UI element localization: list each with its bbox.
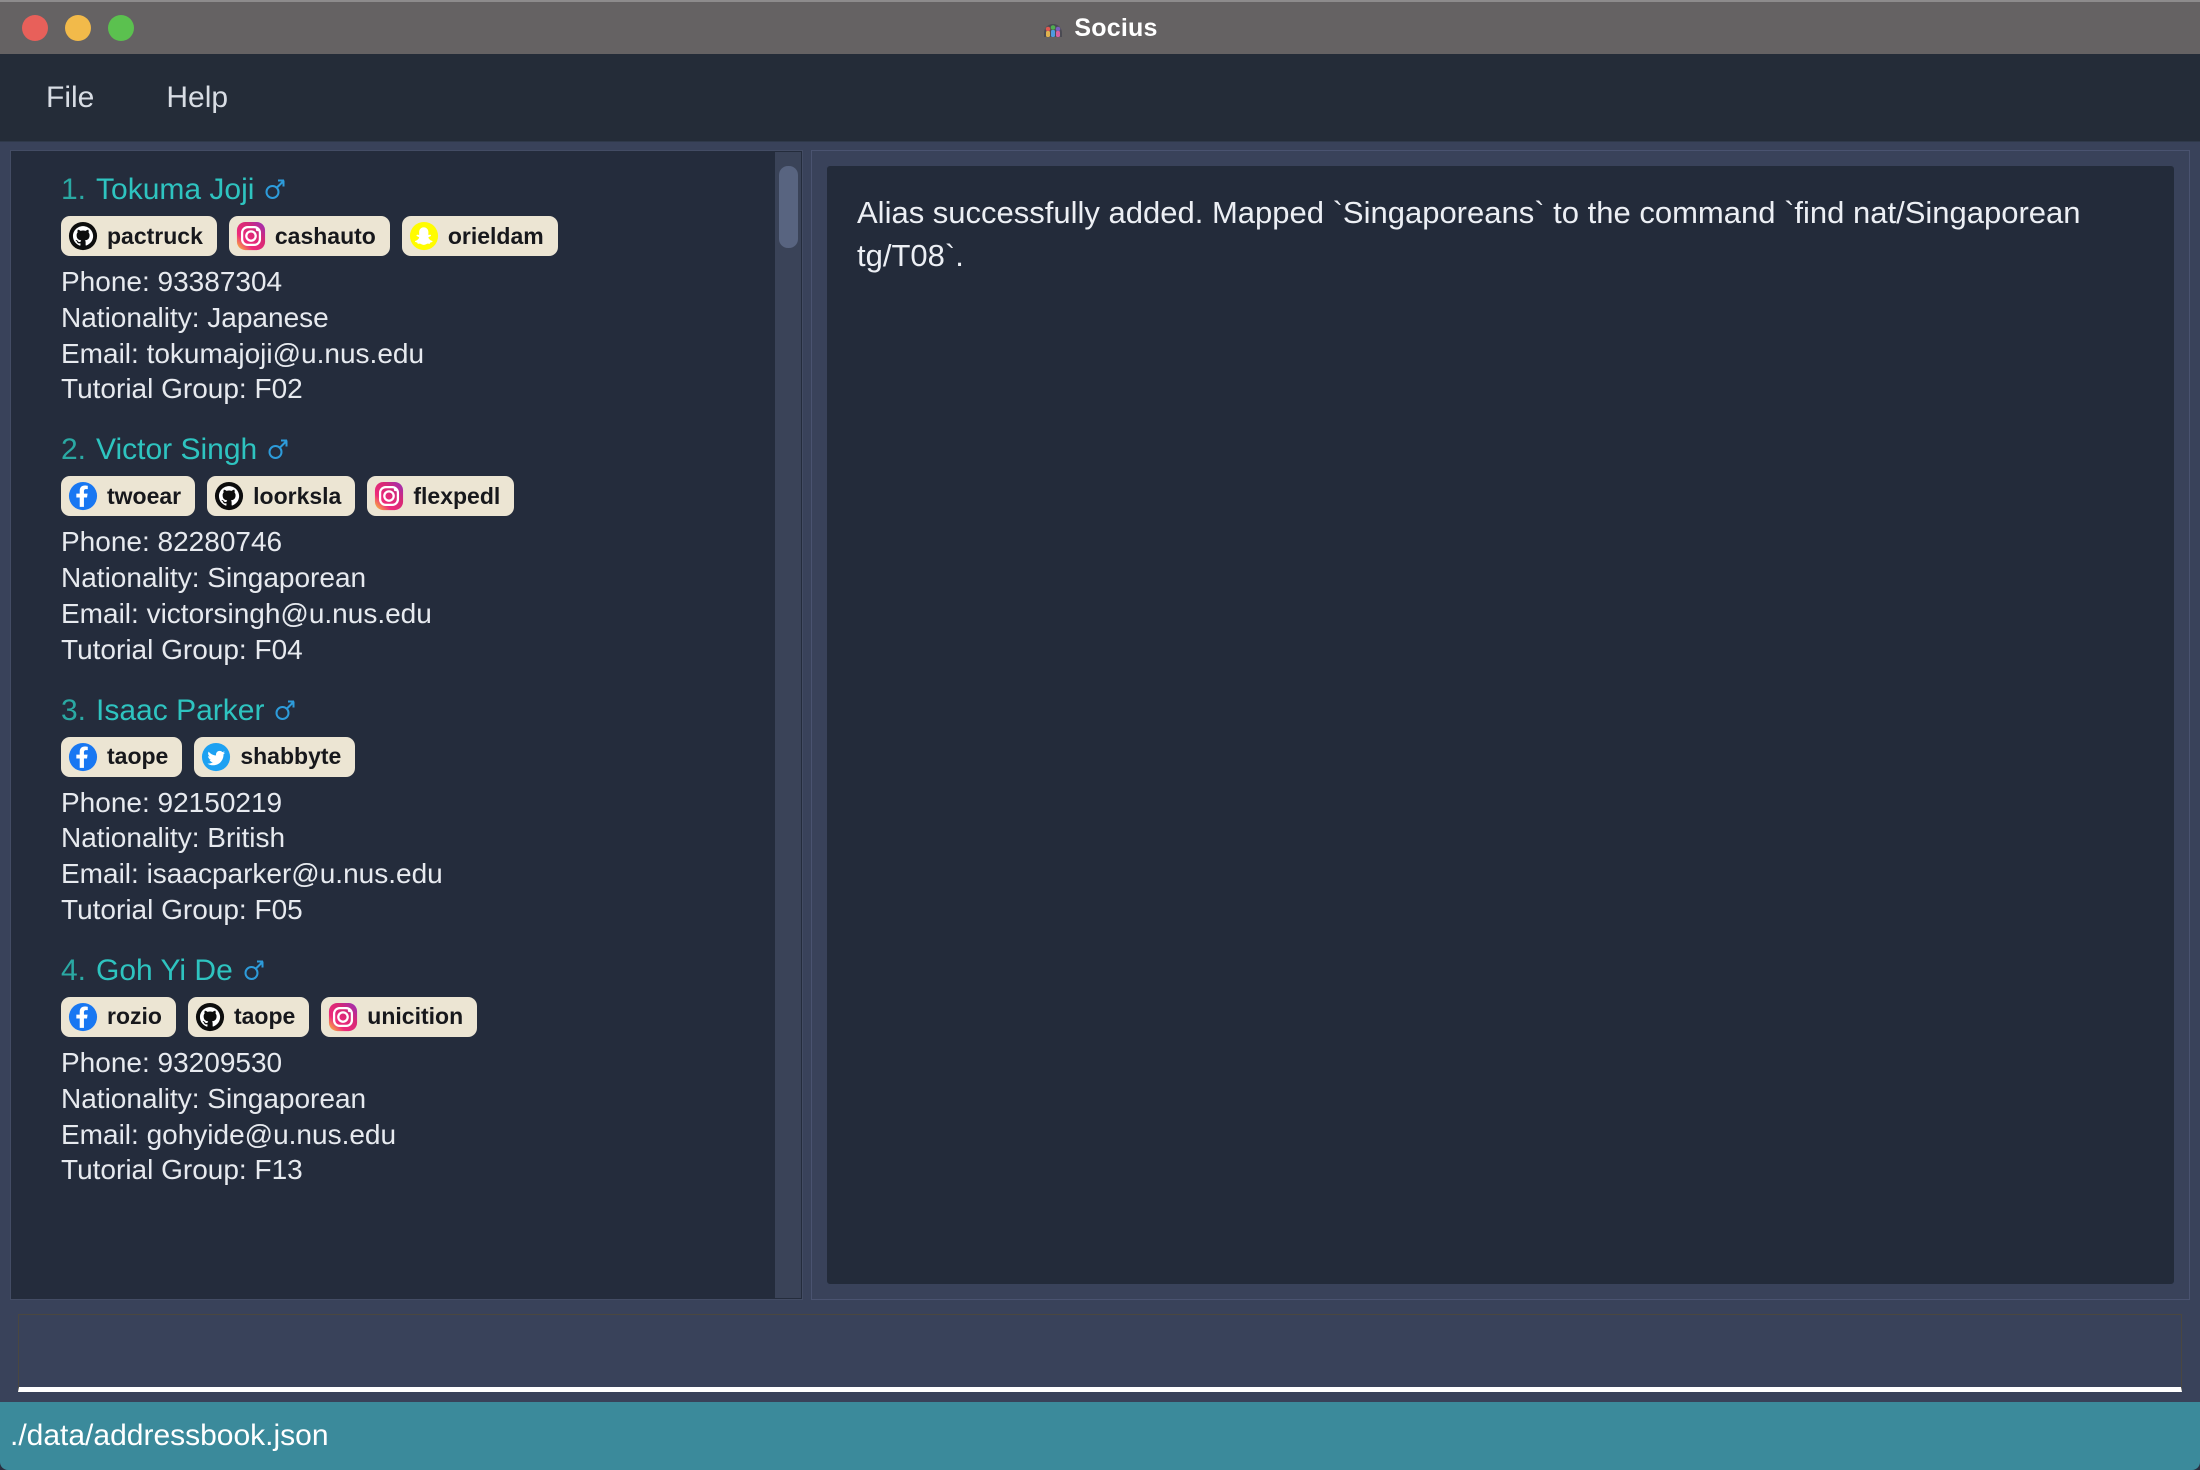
social-handle: pactruck — [107, 222, 203, 249]
person-header: 1. Tokuma Joji — [61, 173, 802, 207]
status-file-path: ./data/addressbook.json — [10, 1419, 329, 1452]
person-index: 3. — [61, 693, 87, 727]
social-tag[interactable]: pactruck — [61, 216, 217, 256]
social-tag-list: twoear loorksla flexpedl — [61, 476, 802, 517]
person-tutorial-group: Tutorial Group: F02 — [61, 373, 303, 405]
social-tag[interactable]: loorksla — [207, 476, 356, 517]
person-card[interactable]: 2. Victor Singh twoear loorksla flexpedl Phon… — [19, 433, 802, 667]
person-nationality: Nationality: Singaporean — [61, 1082, 367, 1114]
social-tag[interactable]: rozio — [61, 996, 176, 1037]
social-handle: orieldam — [447, 222, 544, 249]
result-display-panel: Alias successfully added. Mapped `Singap… — [811, 150, 2190, 1300]
facebook-icon — [68, 1002, 98, 1031]
command-input[interactable] — [19, 1315, 2181, 1387]
social-tag[interactable]: unicition — [321, 996, 478, 1037]
facebook-icon — [68, 742, 98, 771]
person-tutorial-group: Tutorial Group: F13 — [61, 1154, 303, 1186]
social-tag[interactable]: cashauto — [228, 216, 390, 256]
social-tag[interactable]: flexpedl — [367, 476, 515, 517]
person-card[interactable]: 1. Tokuma Joji pactruck cashauto orieldam Pho… — [19, 173, 802, 407]
menu-item-file[interactable]: File — [46, 81, 94, 115]
result-display-box: Alias successfully added. Mapped `Singap… — [826, 165, 2175, 1285]
app-window: Socius File Help 1. Tokuma Joji pactruck ca… — [0, 0, 2200, 1470]
person-name: Victor Singh — [96, 433, 258, 467]
social-handle: rozio — [107, 1003, 162, 1030]
person-phone: Phone: 92150219 — [61, 786, 283, 818]
instagram-icon — [329, 1002, 358, 1031]
social-tag[interactable]: taope — [187, 996, 310, 1037]
status-bar: ./data/addressbook.json — [0, 1402, 2200, 1470]
gender-male-icon — [267, 437, 289, 461]
person-index: 2. — [61, 433, 87, 467]
person-list-scrollbar[interactable] — [775, 152, 801, 1298]
github-icon — [195, 1002, 225, 1031]
social-handle: unicition — [367, 1003, 464, 1030]
person-card[interactable]: 3. Isaac Parker taope shabbyte Phone: 921502… — [19, 694, 802, 928]
scrollbar-thumb[interactable] — [779, 166, 798, 248]
person-index: 4. — [61, 953, 87, 987]
window-title-group: Socius — [0, 14, 2200, 43]
person-phone: Phone: 82280746 — [61, 526, 283, 558]
person-card[interactable]: 4. Goh Yi De rozio taope unicition Phone: 932… — [19, 954, 802, 1188]
person-nationality: Nationality: Japanese — [61, 301, 329, 333]
window-controls — [22, 15, 134, 41]
group-people-icon — [1042, 17, 1064, 39]
window-title: Socius — [1074, 13, 1158, 42]
gender-male-icon — [274, 698, 296, 722]
person-name: Goh Yi De — [96, 953, 233, 987]
minimize-button[interactable] — [65, 15, 91, 41]
social-tag[interactable]: orieldam — [401, 216, 558, 256]
github-icon — [68, 221, 98, 251]
person-nationality: Nationality: Singaporean — [61, 562, 367, 594]
facebook-icon — [68, 482, 98, 511]
gender-male-icon — [264, 177, 286, 201]
social-tag-list: rozio taope unicition — [61, 996, 802, 1037]
social-handle: twoear — [107, 482, 182, 509]
gender-male-icon — [243, 958, 265, 982]
person-nationality: Nationality: British — [61, 822, 286, 854]
person-header: 4. Goh Yi De — [61, 954, 802, 988]
social-handle: flexpedl — [413, 482, 501, 509]
close-button[interactable] — [22, 15, 48, 41]
person-tutorial-group: Tutorial Group: F04 — [61, 633, 303, 665]
command-area — [0, 1306, 2200, 1402]
person-list-panel: 1. Tokuma Joji pactruck cashauto orieldam Pho… — [10, 150, 803, 1300]
person-phone: Phone: 93209530 — [61, 1046, 283, 1078]
person-header: 2. Victor Singh — [61, 433, 802, 467]
person-tutorial-group: Tutorial Group: F05 — [61, 894, 303, 926]
main-content: 1. Tokuma Joji pactruck cashauto orieldam Pho… — [0, 142, 2200, 1306]
social-tag[interactable]: shabbyte — [194, 736, 356, 777]
social-handle: shabbyte — [240, 743, 342, 770]
person-email: Email: victorsingh@u.nus.edu — [61, 597, 432, 629]
social-handle: loorksla — [253, 482, 342, 509]
person-list[interactable]: 1. Tokuma Joji pactruck cashauto orieldam Pho… — [10, 150, 803, 1300]
menu-bar: File Help — [0, 54, 2200, 142]
person-index: 1. — [61, 173, 87, 206]
person-header: 3. Isaac Parker — [61, 694, 802, 728]
social-tag[interactable]: taope — [61, 736, 183, 777]
snapchat-icon — [409, 221, 438, 251]
social-handle: taope — [107, 743, 169, 770]
command-box[interactable] — [18, 1314, 2182, 1392]
person-email: Email: gohyide@u.nus.edu — [61, 1118, 397, 1150]
instagram-icon — [236, 221, 265, 251]
result-message: Alias successfully added. Mapped `Singap… — [857, 195, 2090, 273]
person-email: Email: isaacparker@u.nus.edu — [61, 858, 443, 890]
twitter-icon — [202, 742, 231, 771]
social-tag-list: taope shabbyte — [61, 736, 802, 777]
social-handle: taope — [233, 1003, 296, 1030]
person-name: Tokuma Joji — [96, 173, 255, 206]
instagram-icon — [375, 482, 404, 511]
person-email: Email: tokumajoji@u.nus.edu — [61, 337, 425, 369]
social-handle: cashauto — [274, 222, 376, 249]
person-list-scroll: 1. Tokuma Joji pactruck cashauto orieldam Pho… — [11, 151, 802, 1299]
title-bar: Socius — [0, 0, 2200, 54]
social-tag-list: pactruck cashauto orieldam — [61, 216, 802, 256]
social-tag[interactable]: twoear — [61, 476, 196, 517]
github-icon — [215, 482, 244, 511]
person-name: Isaac Parker — [96, 693, 265, 727]
person-phone: Phone: 93387304 — [61, 266, 283, 297]
maximize-button[interactable] — [108, 15, 134, 41]
menu-item-help[interactable]: Help — [166, 81, 228, 115]
